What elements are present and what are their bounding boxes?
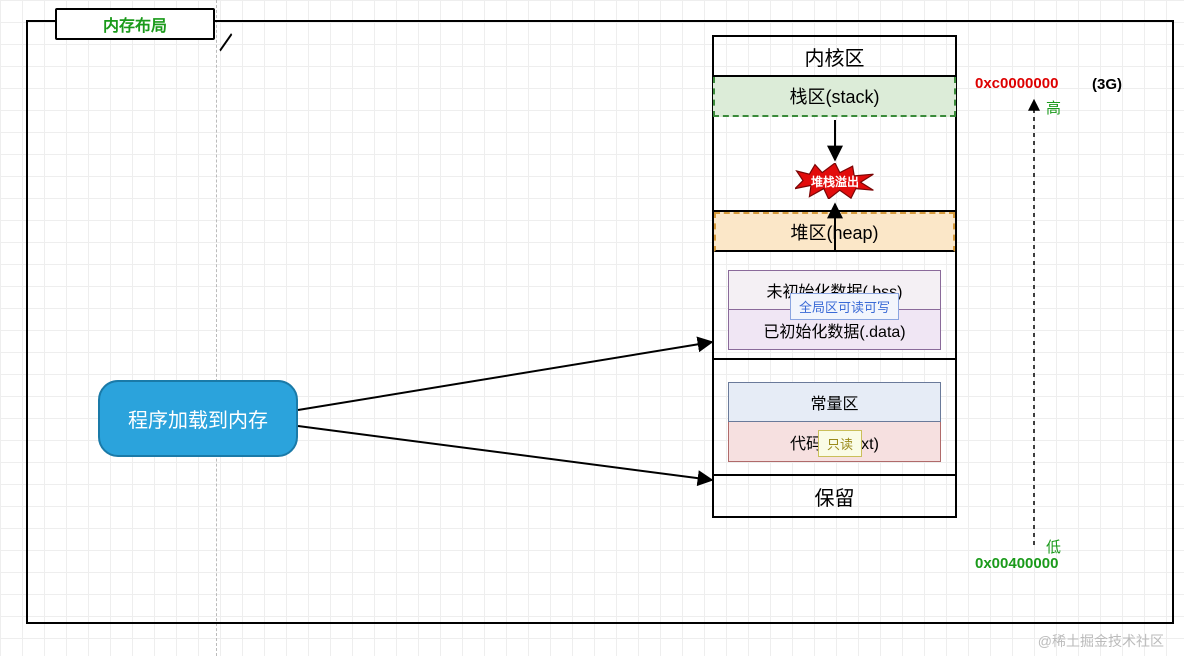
overflow-label: 堆栈溢出 [795,163,875,199]
address-high: 0xc0000000 [975,75,1058,92]
watermark: @稀土掘金技术社区 [1038,631,1164,651]
label-low: 低 [1046,536,1061,557]
tag-readwrite: 全局区可读可写 [790,293,899,320]
diagram-title: 内存布局 [103,12,167,36]
region-stack-label: 栈区(stack) [790,83,880,109]
region-const: 常量区 [728,382,941,422]
tag-readonly: 只读 [818,430,862,457]
source-node: 程序加载到内存 [98,380,298,457]
diagram-title-tab: 内存布局 [55,8,215,40]
address-size-note: (3G) [1092,76,1122,93]
region-reserve-label: 保留 [815,482,855,511]
region-data-label: 已初始化数据(.data) [763,318,905,342]
region-heap: 堆区(heap) [714,212,955,252]
region-reserve: 保留 [714,476,955,516]
diagram-frame [26,20,1174,624]
region-kernel: 内核区 [714,37,955,77]
region-kernel-label: 内核区 [805,42,865,71]
region-text-group: 常量区 代码段(.text) [714,360,955,476]
tag-readwrite-label: 全局区可读可写 [799,300,890,315]
label-high: 高 [1046,97,1061,118]
region-stack: 栈区(stack) [713,77,956,117]
overflow-explosion: 堆栈溢出 [795,163,875,199]
region-const-label: 常量区 [810,390,858,414]
source-node-label: 程序加载到内存 [128,404,268,433]
address-low: 0x00400000 [975,555,1058,572]
region-heap-label: 堆区(heap) [790,219,878,245]
tag-readonly-label: 只读 [827,437,853,452]
